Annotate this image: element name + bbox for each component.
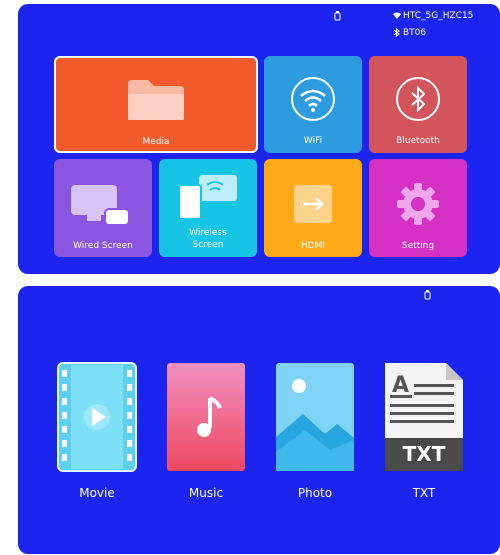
- music-label: Music: [188, 486, 224, 500]
- wireless-screen-label-line2: Screen: [192, 240, 224, 250]
- photo-icon: [275, 362, 355, 472]
- wireless-screen-icon: [177, 171, 241, 225]
- setting-tile[interactable]: Setting: [369, 159, 467, 257]
- wired-screen-tile[interactable]: Wired Screen: [54, 159, 152, 257]
- wifi-status-icon: [393, 12, 401, 22]
- media-screen: Movie Music Photo A TXT TXT: [18, 286, 500, 554]
- music-icon: [166, 362, 246, 472]
- wifi-network-name: HTC_5G_HZC15: [403, 11, 474, 21]
- usb-icon: [424, 290, 431, 303]
- media-tile[interactable]: Media: [54, 56, 258, 153]
- movie-label: Movie: [79, 486, 115, 500]
- wired-screen-icon: [69, 181, 135, 233]
- usb-icon: [334, 11, 341, 24]
- movie-icon: [57, 362, 137, 472]
- hdmi-tile[interactable]: HDMI: [264, 159, 362, 257]
- setting-label: Setting: [401, 241, 435, 251]
- wifi-label: WiFi: [303, 136, 323, 146]
- bluetooth-label: Bluetooth: [396, 136, 440, 146]
- svg-text:A: A: [392, 373, 409, 398]
- wireless-screen-label-line1: Wireless: [189, 228, 227, 238]
- bluetooth-tile[interactable]: Bluetooth: [369, 56, 467, 153]
- bluetooth-device-name: BT06: [403, 28, 427, 38]
- wired-screen-label: Wired Screen: [73, 241, 133, 251]
- txt-label: TXT: [412, 486, 436, 500]
- bluetooth-status-icon: [393, 27, 400, 40]
- txt-icon: A TXT: [384, 362, 464, 472]
- hdmi-label: HDMI: [300, 241, 326, 251]
- wifi-tile[interactable]: WiFi: [264, 56, 362, 153]
- gear-icon: [395, 181, 441, 231]
- bluetooth-icon: [395, 76, 441, 126]
- hdmi-input-icon: [290, 181, 336, 231]
- txt-icon-text: TXT: [402, 442, 446, 466]
- photo-label: Photo: [297, 486, 333, 500]
- wireless-screen-tile[interactable]: Wireless Screen: [159, 159, 257, 257]
- folder-icon: [126, 78, 186, 126]
- wifi-icon: [290, 76, 336, 126]
- media-label: Media: [142, 137, 170, 147]
- home-screen: HTC_5G_HZC15 BT06 Media WiFi Bluetooth W…: [18, 4, 500, 274]
